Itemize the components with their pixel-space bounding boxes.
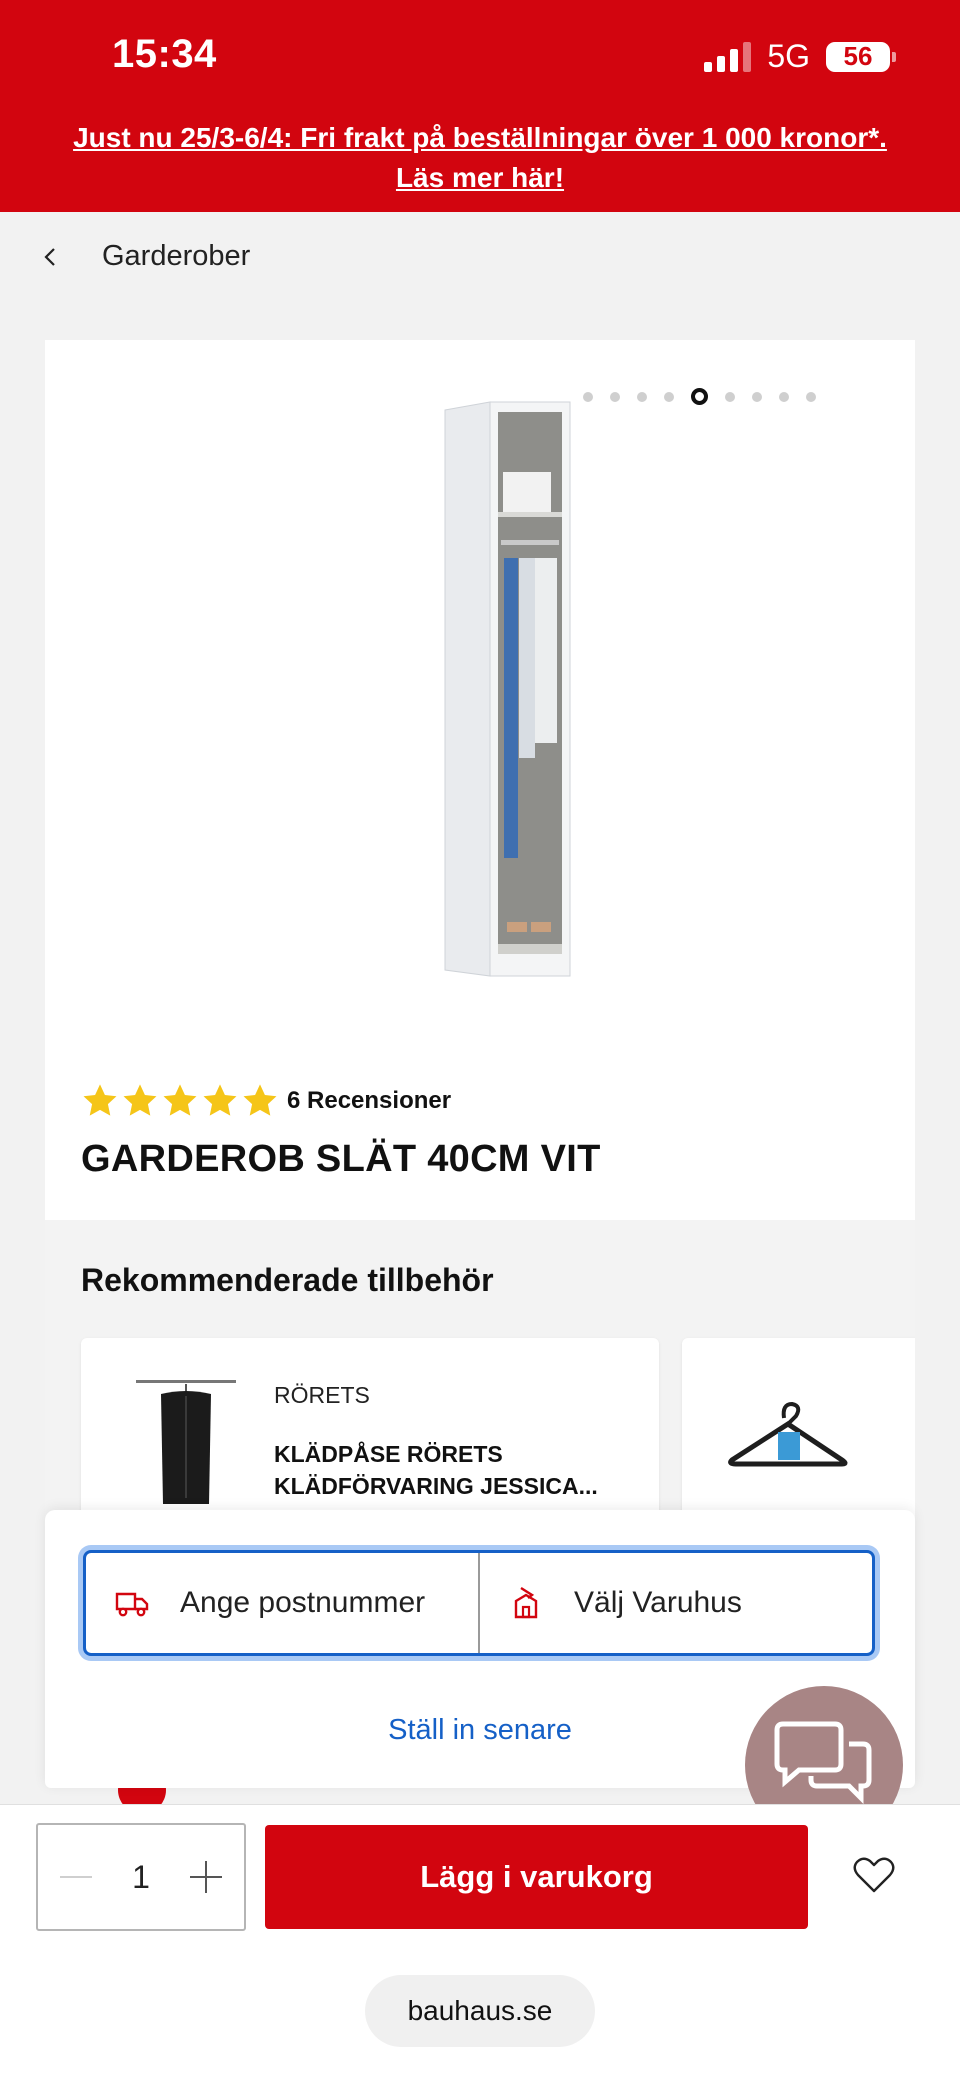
gallery-dot[interactable] [725, 391, 735, 402]
star-icon [203, 1084, 237, 1116]
postcode-button[interactable]: Ange postnummer [86, 1553, 478, 1653]
garment-bag-image [136, 1380, 236, 1504]
promo-line-1: Just nu 25/3-6/4: Fri frakt på beställni… [73, 122, 887, 153]
decrease-button[interactable] [56, 1857, 96, 1897]
gallery-dot[interactable] [610, 391, 620, 402]
increase-button[interactable] [186, 1857, 226, 1897]
location-selector[interactable]: Ange postnummer Välj Varuhus [83, 1550, 875, 1656]
product-title: GARDEROB SLÄT 40CM VIT [81, 1138, 601, 1180]
hanger-image [728, 1401, 848, 1467]
star-rating [81, 1082, 279, 1120]
accessory-brand: RÖRETS [274, 1382, 370, 1408]
status-icons: 5G 56 [704, 38, 896, 75]
truck-icon [115, 1592, 149, 1617]
product-image[interactable] [395, 400, 585, 980]
top-header: 15:34 5G 56 Just nu 25/3-6/4: Fri frakt … [0, 0, 960, 212]
network-label: 5G [767, 38, 810, 74]
promo-banner-link[interactable]: Just nu 25/3-6/4: Fri frakt på beställni… [40, 118, 920, 198]
store-button[interactable]: Välj Varuhus [478, 1553, 872, 1653]
signal-icon [704, 41, 752, 72]
star-icon [163, 1084, 197, 1116]
add-to-cart-button[interactable]: Lägg i varukorg [265, 1825, 808, 1929]
star-icon [123, 1084, 157, 1116]
bottom-action-bar: 1 Lägg i varukorg bauhaus.se [0, 1804, 960, 2077]
quantity-value[interactable]: 1 [132, 1859, 150, 1896]
gallery-dot[interactable] [752, 391, 762, 402]
gallery-dot[interactable] [637, 391, 647, 402]
breadcrumb[interactable]: Garderober [40, 240, 250, 273]
promo-line-2: Läs mer här! [395, 162, 565, 193]
gallery-dot[interactable] [664, 391, 674, 402]
minus-icon [60, 1876, 92, 1878]
gallery-dot[interactable] [779, 391, 789, 402]
gallery-dots[interactable] [583, 388, 816, 405]
store-label: Välj Varuhus [574, 1586, 742, 1619]
section-title: Rekommenderade tillbehör [81, 1262, 494, 1298]
star-icon [83, 1084, 117, 1116]
chevron-left-icon[interactable] [40, 246, 62, 268]
heart-icon[interactable] [852, 1855, 896, 1895]
browser-url[interactable]: bauhaus.se [365, 1975, 595, 2047]
chat-icon [774, 1721, 872, 1805]
rating[interactable]: 6 Recensioner [81, 1082, 451, 1120]
breadcrumb-label[interactable]: Garderober [102, 240, 250, 273]
plus-icon [189, 1861, 222, 1893]
status-time: 15:34 [112, 32, 217, 76]
product-card: 6 Recensioner GARDEROB SLÄT 40CM VIT [45, 340, 915, 1220]
recommended-accessories: Rekommenderade tillbehör RÖRETS KLÄDPÅSE… [45, 1220, 915, 1550]
accessory-name: KLÄDPÅSE RÖRETS KLÄDFÖRVARING JESSICA... [274, 1441, 598, 1499]
store-icon [514, 1586, 538, 1619]
gallery-dot[interactable] [806, 391, 816, 402]
postcode-label: Ange postnummer [180, 1586, 426, 1619]
review-count-link[interactable]: 6 Recensioner [287, 1087, 451, 1115]
battery-icon: 56 [826, 41, 896, 72]
star-icon [243, 1084, 277, 1116]
quantity-stepper[interactable]: 1 [36, 1823, 246, 1931]
gallery-dot-active[interactable] [691, 388, 708, 405]
